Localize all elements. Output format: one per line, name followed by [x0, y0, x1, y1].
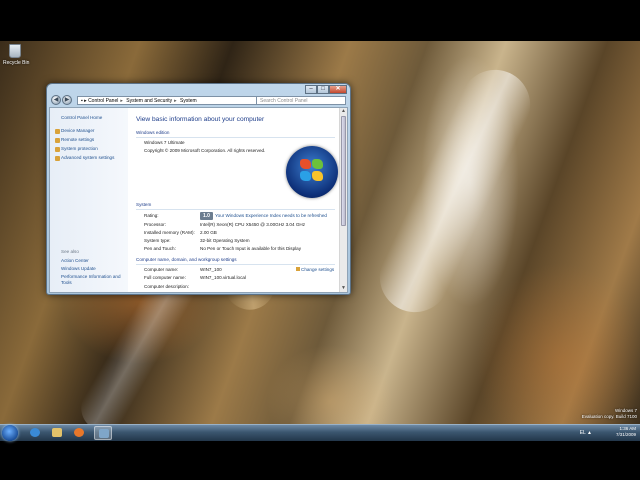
- system-type-value: 32-bit Operating System: [200, 238, 250, 243]
- windows-update-link[interactable]: Windows Update: [61, 266, 96, 271]
- windows-flag-yellow: [312, 171, 323, 181]
- system-protection-link[interactable]: System protection: [61, 146, 98, 151]
- computer-name-value: WIN7_100: [200, 267, 222, 272]
- screen: Recycle Bin Windows 7 Evaluation copy. B…: [0, 0, 640, 480]
- see-also-heading: See also: [61, 249, 79, 254]
- section-divider: [136, 209, 335, 210]
- windows-flag-green: [312, 159, 323, 169]
- windows-logo: [286, 146, 338, 198]
- left-pane: Control Panel Home Device Manager Remote…: [50, 108, 128, 292]
- section-divider: [136, 137, 335, 138]
- taskbar-media-player[interactable]: [70, 426, 88, 440]
- breadcrumb-control-panel[interactable]: Control Panel: [88, 98, 118, 104]
- section-divider: [136, 264, 335, 265]
- full-name-value: WIN7_100.virtual.local: [200, 275, 246, 280]
- clock[interactable]: 1:36 AM 7/31/2009: [616, 426, 636, 440]
- rating-label: Rating:: [144, 213, 159, 218]
- internet-explorer-icon: [30, 428, 40, 437]
- window-content: Control Panel Home Device Manager Remote…: [49, 107, 348, 293]
- control-panel-icon: [99, 429, 109, 438]
- back-button[interactable]: ◀: [51, 95, 61, 105]
- scroll-up-icon[interactable]: ▲: [340, 108, 347, 115]
- device-manager-link[interactable]: Device Manager: [61, 128, 94, 133]
- full-name-label: Full computer name:: [144, 275, 186, 280]
- watermark-line: Evaluation copy. Build 7100: [581, 413, 637, 419]
- recycle-bin-icon: [9, 44, 21, 58]
- maximize-button[interactable]: □: [317, 85, 329, 94]
- performance-information-link[interactable]: Performance Information and Tools: [61, 274, 125, 286]
- control-panel-home-link[interactable]: Control Panel Home: [61, 115, 102, 120]
- search-placeholder: Search Control Panel: [260, 98, 308, 104]
- shield-icon: [55, 147, 60, 152]
- change-settings-label: Change settings: [301, 267, 335, 272]
- experience-index-link[interactable]: Your Windows Experience Index needs to b…: [215, 213, 327, 218]
- breadcrumb-icon: ▪ ▸: [81, 98, 89, 104]
- folder-icon: [52, 428, 62, 437]
- scrollbar[interactable]: ▲ ▼: [339, 108, 347, 292]
- remote-settings-link[interactable]: Remote settings: [61, 137, 94, 142]
- scroll-down-icon[interactable]: ▼: [340, 285, 347, 292]
- breadcrumb-system-security[interactable]: System and Security: [126, 98, 172, 104]
- action-center-link[interactable]: Action Center: [61, 258, 89, 263]
- recycle-bin-label: Recycle Bin: [3, 60, 30, 66]
- change-settings-link[interactable]: Change settings: [296, 267, 334, 272]
- breadcrumb-system[interactable]: System: [180, 98, 197, 104]
- window-controls: – □ ✕: [305, 85, 347, 94]
- shield-icon: [55, 129, 60, 134]
- taskbar-explorer[interactable]: [48, 426, 66, 440]
- system-heading: System: [136, 202, 152, 207]
- description-label: Computer description:: [144, 284, 189, 289]
- clock-time: 1:36 AM: [619, 426, 636, 431]
- evaluation-watermark: Windows 7 Evaluation copy. Build 7100: [582, 408, 637, 419]
- windows-flag-blue: [300, 171, 311, 181]
- minimize-button[interactable]: –: [305, 85, 317, 94]
- system-type-label: System type:: [144, 238, 171, 243]
- processor-label: Processor:: [144, 222, 166, 227]
- scroll-thumb[interactable]: [341, 116, 346, 226]
- start-button[interactable]: [2, 425, 18, 441]
- computer-name-label: Computer name:: [144, 267, 179, 272]
- edition-value: Windows 7 Ultimate: [144, 140, 185, 145]
- clock-date: 7/31/2009: [615, 431, 636, 437]
- main-pane: View basic information about your comput…: [128, 108, 339, 292]
- forward-button[interactable]: ▶: [62, 95, 72, 105]
- address-bar[interactable]: ▪ ▸ Control Panel ▸ System and Security ▸ …: [77, 96, 282, 105]
- search-input[interactable]: Search Control Panel: [256, 96, 346, 105]
- memory-label: Installed memory (RAM):: [144, 230, 195, 235]
- media-player-icon: [74, 428, 84, 437]
- tray-icons[interactable]: EL ▲: [580, 430, 592, 436]
- wallpaper-highlight: [368, 58, 542, 324]
- shield-icon: [55, 156, 60, 161]
- rating-badge: 1.0: [200, 212, 213, 220]
- taskbar-ie[interactable]: [26, 426, 44, 440]
- processor-value: Intel(R) Xeon(R) CPU X5450 @ 3.00GHz 3.0…: [200, 222, 306, 227]
- computer-name-heading: Computer name, domain, and workgroup set…: [136, 257, 237, 262]
- shield-icon: [55, 138, 60, 143]
- memory-value: 2.00 GB: [200, 230, 217, 235]
- close-button[interactable]: ✕: [329, 85, 347, 94]
- copyright-text: Copyright © 2009 Microsoft Corporation. …: [144, 148, 266, 153]
- windows-edition-heading: Windows edition: [136, 130, 170, 135]
- taskbar: EL ▲ 1:36 AM 7/31/2009: [0, 424, 640, 441]
- page-title: View basic information about your comput…: [136, 116, 265, 123]
- pen-touch-label: Pen and Touch:: [144, 246, 176, 251]
- pen-touch-value: No Pen or Touch Input is available for t…: [200, 246, 302, 251]
- system-window: ◀ ▶ ▪ ▸ Control Panel ▸ System and Securi…: [46, 83, 351, 295]
- title-bar[interactable]: ◀ ▶ ▪ ▸ Control Panel ▸ System and Securi…: [47, 84, 350, 106]
- taskbar-control-panel[interactable]: [94, 426, 112, 440]
- recycle-bin[interactable]: Recycle Bin: [3, 44, 30, 66]
- windows-flag-red: [300, 159, 311, 169]
- advanced-system-settings-link[interactable]: Advanced system settings: [61, 155, 114, 160]
- shield-icon: [296, 267, 300, 271]
